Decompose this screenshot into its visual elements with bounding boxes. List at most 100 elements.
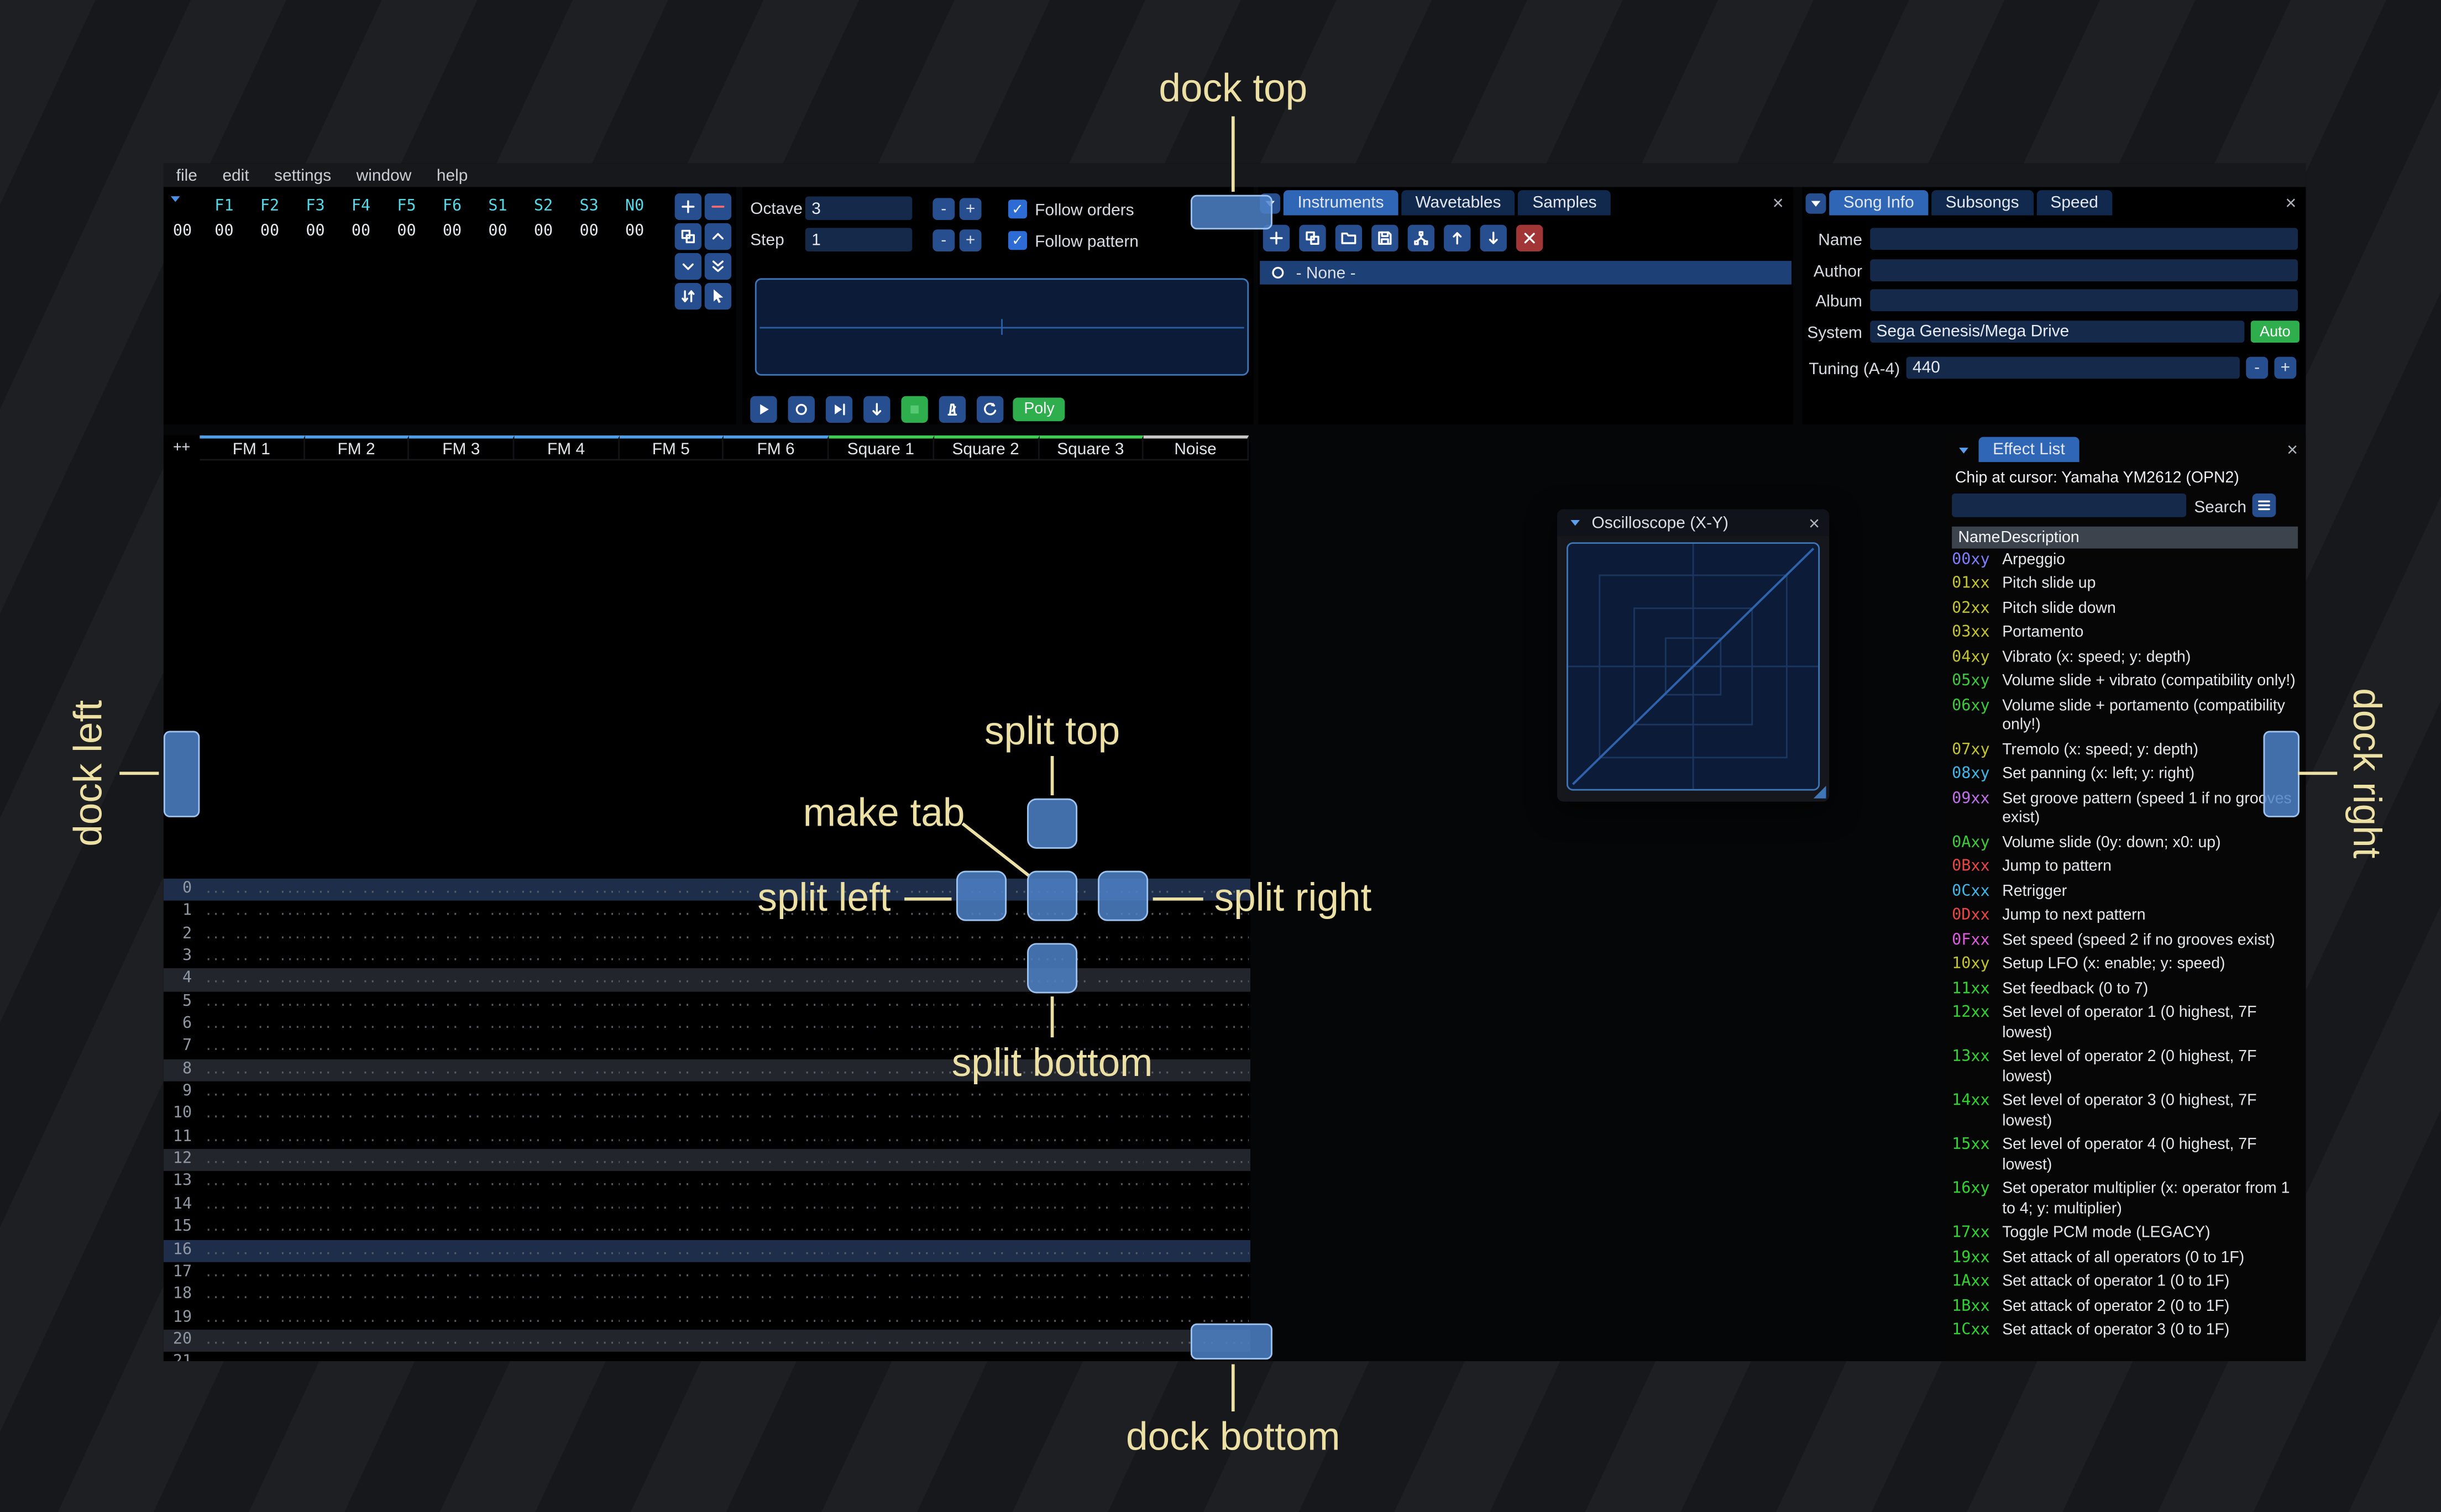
pattern-cell[interactable]: ... .. .. .... [724, 1262, 829, 1284]
pattern-cell[interactable]: ... .. .. .... [619, 1082, 724, 1104]
pattern-cell[interactable]: ... .. .. .... [724, 923, 829, 946]
orders-move-up-button[interactable] [704, 223, 732, 250]
octave-plus-button[interactable]: + [959, 198, 982, 221]
pattern-cell[interactable]: ... .. .. .... [200, 946, 305, 969]
pattern-cell[interactable]: ... .. .. .... [619, 969, 724, 991]
pattern-cell[interactable]: ... .. .. .... [410, 1172, 514, 1194]
pattern-cell[interactable]: ... .. .. .... [829, 1149, 934, 1172]
pattern-cell[interactable]: ... .. .. .... [724, 1284, 829, 1307]
pattern-cell[interactable]: ... .. .. .... [724, 1036, 829, 1059]
effect-row-04xy[interactable]: 04xy Vibrato (x: speed; y: depth) [1952, 646, 2298, 670]
pattern-cell[interactable]: ... .. .. .... [619, 1014, 724, 1037]
pattern-cell[interactable]: ... .. .. .... [305, 1172, 410, 1194]
pattern-cell[interactable]: ... .. .. .... [1039, 1240, 1144, 1262]
orders-duplicate-end-button[interactable] [704, 253, 732, 280]
pattern-cell[interactable]: ... .. .. .... [934, 1104, 1039, 1127]
instruments-move-up-button[interactable] [1444, 224, 1471, 252]
pattern-cell[interactable]: ... .. .. .... [724, 991, 829, 1014]
effect-row-1bxx[interactable]: 1Bxx Set attack of operator 2 (0 to 1F) [1952, 1295, 2298, 1320]
pattern-cell[interactable]: ... .. .. .... [1039, 1127, 1144, 1149]
pattern-cell[interactable]: ... .. .. .... [1144, 969, 1249, 991]
pattern-cell[interactable]: ... .. .. .... [200, 923, 305, 946]
pattern-cell[interactable]: ... .. .. .... [619, 1240, 724, 1262]
pattern-row-6[interactable]: 6... .. .. ....... .. .. ....... .. .. .… [164, 1014, 1250, 1037]
pattern-cell[interactable]: ... .. .. .... [200, 1036, 305, 1059]
pattern-cell[interactable]: ... .. .. .... [305, 1127, 410, 1149]
effect-row-14xx[interactable]: 14xx Set level of operator 3 (0 highest, … [1952, 1090, 2298, 1134]
pattern-cell[interactable]: ... .. .. .... [200, 1240, 305, 1262]
pattern-row-18[interactable]: 18... .. .. ....... .. .. ....... .. .. … [164, 1284, 1250, 1307]
pattern-cell[interactable]: ... .. .. .... [724, 1082, 829, 1104]
pattern-cell[interactable]: ... .. .. .... [515, 1262, 619, 1284]
pattern-cell[interactable]: ... .. .. .... [934, 1172, 1039, 1194]
pattern-cell[interactable]: ... .. .. .... [829, 1014, 934, 1037]
follow-pattern-checkbox[interactable]: ✓ [1008, 231, 1028, 250]
pattern-cell[interactable]: ... .. .. .... [724, 1240, 829, 1262]
pattern-cell[interactable]: ... .. .. .... [934, 1014, 1039, 1037]
effect-list-tab[interactable]: Effect List [1978, 437, 2079, 463]
pattern-cell[interactable]: ... .. .. .... [200, 1330, 305, 1352]
pattern-cell[interactable]: ... .. .. .... [410, 1082, 514, 1104]
pattern-cell[interactable]: ... .. .. .... [515, 1036, 619, 1059]
pattern-cell[interactable]: ... .. .. .... [1144, 1082, 1249, 1104]
instruments-open-button[interactable] [1335, 224, 1363, 252]
menu-help[interactable]: help [424, 166, 480, 185]
effect-row-1axx[interactable]: 1Axx Set attack of operator 1 (0 to 1F) [1952, 1271, 2298, 1295]
pattern-cell[interactable]: ... .. .. .... [305, 991, 410, 1014]
effect-row-09xx[interactable]: 09xx Set groove pattern (speed 1 if no gr… [1952, 788, 2298, 832]
pattern-row-13[interactable]: 13... .. .. ....... .. .. ....... .. .. … [164, 1172, 1250, 1194]
menu-file[interactable]: file [164, 166, 210, 185]
pattern-row-5[interactable]: 5... .. .. ....... .. .. ....... .. .. .… [164, 991, 1250, 1014]
channel-header-noise[interactable]: Noise [1144, 435, 1249, 459]
instrument-list-item-none[interactable]: - None - [1260, 261, 1792, 285]
orders-value-6[interactable]: 00 [475, 223, 521, 240]
orders-move-down-button[interactable] [674, 253, 702, 280]
playback-play-from-cursor-button[interactable] [825, 396, 853, 423]
pattern-cell[interactable]: ... .. .. .... [934, 1262, 1039, 1284]
pattern-row-10[interactable]: 10... .. .. ....... .. .. ....... .. .. … [164, 1104, 1250, 1127]
pattern-cell[interactable]: ... .. .. .... [515, 923, 619, 946]
pattern-cell[interactable]: ... .. .. .... [829, 1104, 934, 1127]
oscilloscope-close-button[interactable]: × [1809, 513, 1820, 532]
pattern-cell[interactable]: ... .. .. .... [1144, 1014, 1249, 1037]
pattern-cell[interactable]: ... .. .. .... [410, 923, 514, 946]
follow-orders-checkbox[interactable]: ✓ [1008, 200, 1028, 219]
pattern-cell[interactable]: ... .. .. .... [515, 1330, 619, 1352]
tuning-minus-button[interactable]: - [2246, 356, 2269, 379]
pattern-cell[interactable]: ... .. .. .... [1039, 1330, 1144, 1352]
effect-row-0fxx[interactable]: 0Fxx Set speed (speed 2 if no grooves exi… [1952, 929, 2298, 953]
pattern-cell[interactable]: ... .. .. .... [934, 1217, 1039, 1240]
channel-header-fm-2[interactable]: FM 2 [305, 435, 410, 459]
pattern-cell[interactable]: ... .. .. .... [515, 879, 619, 901]
pattern-cell[interactable]: ... .. .. .... [515, 991, 619, 1014]
pattern-cell[interactable]: ... .. .. .... [410, 1059, 514, 1082]
channel-header-fm-3[interactable]: FM 3 [409, 435, 515, 459]
pattern-cell[interactable]: ... .. .. .... [619, 1127, 724, 1149]
pattern-cell[interactable]: ... .. .. .... [724, 1194, 829, 1217]
pattern-cell[interactable]: ... .. .. .... [410, 1262, 514, 1284]
pattern-cell[interactable]: ... .. .. .... [305, 1240, 410, 1262]
split-preview-left[interactable] [956, 870, 1007, 921]
pattern-cell[interactable]: ... .. .. .... [410, 1330, 514, 1352]
effect-row-08xy[interactable]: 08xy Set panning (x: left; y: right) [1952, 763, 2298, 788]
pattern-cell[interactable]: ... .. .. .... [934, 969, 1039, 991]
pattern-cell[interactable]: ... .. .. .... [200, 1014, 305, 1037]
pattern-cell[interactable]: ... .. .. .... [515, 1104, 619, 1127]
pattern-cell[interactable]: ... .. .. .... [410, 1194, 514, 1217]
pattern-cell[interactable]: ... .. .. .... [619, 923, 724, 946]
split-preview-right[interactable] [1098, 870, 1149, 921]
pattern-cell[interactable]: ... .. .. .... [619, 1194, 724, 1217]
effect-row-13xx[interactable]: 13xx Set level of operator 2 (0 highest, … [1952, 1046, 2298, 1090]
pattern-cell[interactable]: ... .. .. .... [1039, 991, 1144, 1014]
pattern-cell[interactable]: ... .. .. .... [305, 1082, 410, 1104]
pattern-cell[interactable]: ... .. .. .... [410, 1127, 514, 1149]
pattern-cell[interactable]: ... .. .. .... [829, 1036, 934, 1059]
pattern-cell[interactable]: ... .. .. .... [1144, 1036, 1249, 1059]
orders-value-9[interactable]: 00 [612, 223, 658, 240]
effect-row-00xy[interactable]: 00xy Arpeggio [1952, 549, 2298, 573]
orders-add-button[interactable] [674, 193, 702, 221]
effect-row-15xx[interactable]: 15xx Set level of operator 4 (0 highest, … [1952, 1134, 2298, 1178]
channel-header-square-2[interactable]: Square 2 [934, 435, 1039, 459]
orders-duplicate-button[interactable] [674, 223, 702, 250]
pattern-cell[interactable]: ... .. .. .... [410, 1149, 514, 1172]
